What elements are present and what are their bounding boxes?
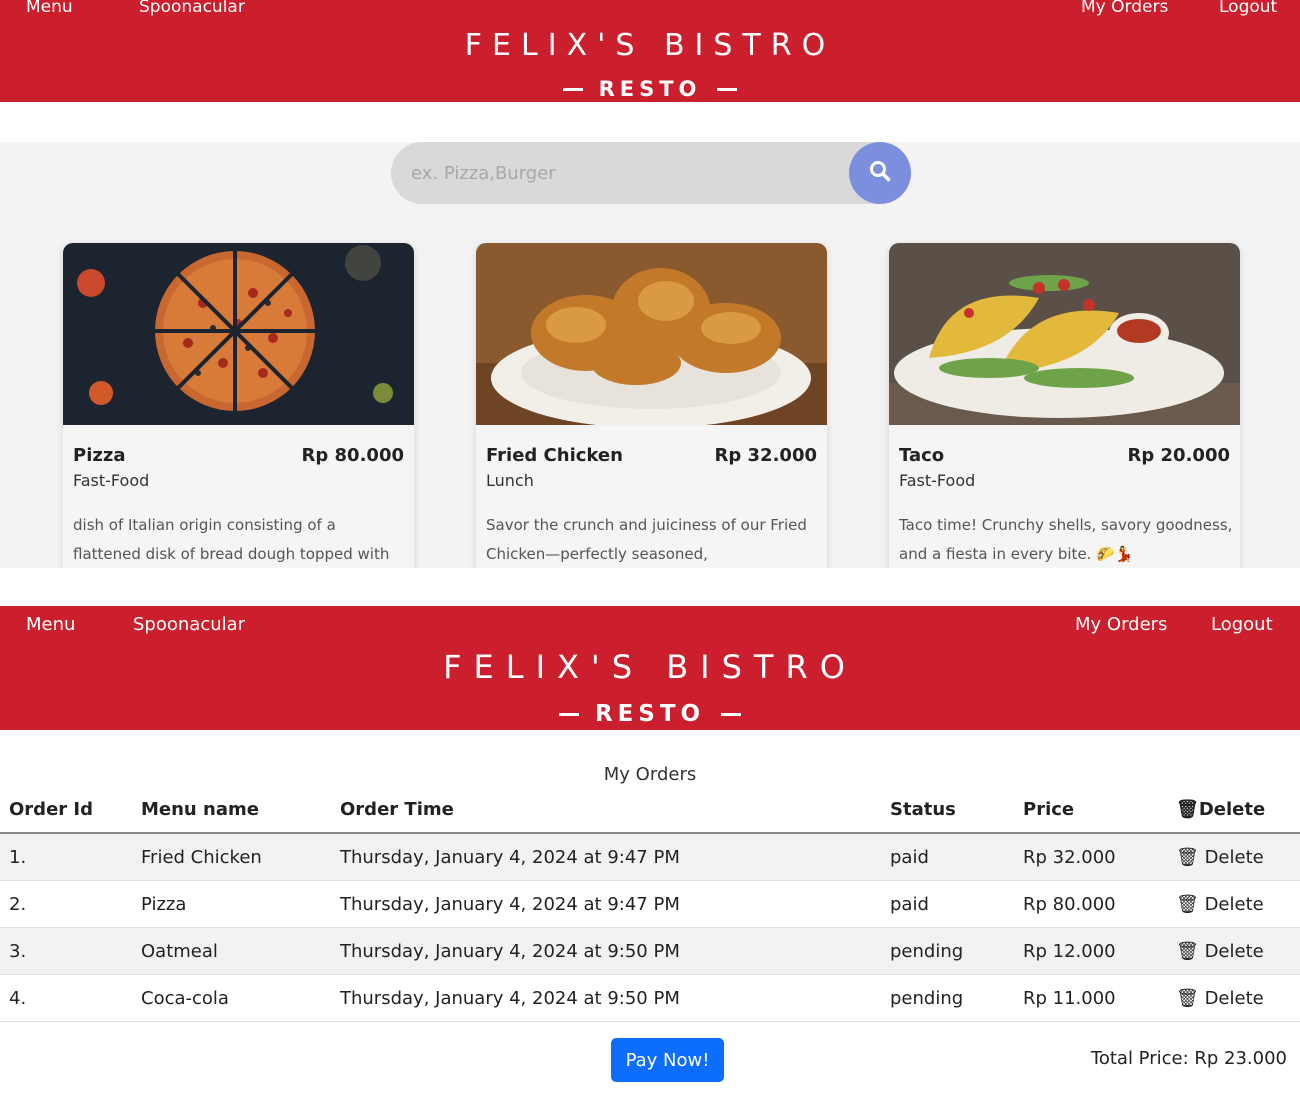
fried-chicken-image <box>476 243 827 425</box>
pay-now-button[interactable]: Pay Now! <box>611 1038 724 1082</box>
dash-left <box>562 87 583 91</box>
nav-logout-link[interactable]: Logout <box>1211 614 1273 635</box>
table-header-row: Order Id Menu name Order Time Status Pri… <box>0 786 1300 834</box>
order-price: Rp 11.000 <box>1014 974 1167 1022</box>
nav-logout-link[interactable]: Logout <box>1219 0 1277 17</box>
card-description: dish of Italian origin consisting of a f… <box>73 516 390 563</box>
nav-menu-link[interactable]: Menu <box>26 614 75 635</box>
delete-button[interactable]: 🗑 Delete <box>1167 927 1300 975</box>
table-row: 2. Pizza Thursday, January 4, 2024 at 9:… <box>0 880 1300 928</box>
order-status: paid <box>881 880 1014 928</box>
table-row: 1. Fried Chicken Thursday, January 4, 20… <box>0 833 1300 881</box>
order-status: pending <box>881 927 1014 975</box>
card-name: Pizza <box>73 445 126 466</box>
delete-button[interactable]: 🗑 Delete <box>1167 833 1300 881</box>
total-price: Total Price: Rp 23.000 <box>1090 1048 1287 1069</box>
order-time: Thursday, January 4, 2024 at 9:50 PM <box>331 927 881 975</box>
nav-my-orders-link[interactable]: My Orders <box>1075 614 1167 635</box>
brand-subtitle-text: RESTO <box>598 77 702 101</box>
order-price: Rp 80.000 <box>1014 880 1167 928</box>
col-delete: 🗑Delete <box>1167 786 1300 834</box>
order-menu: Fried Chicken <box>132 833 331 881</box>
card-category: Fast-Food <box>73 471 150 490</box>
card-price: Rp 80.000 <box>301 445 404 466</box>
order-menu: Coca-cola <box>132 974 331 1022</box>
card-name: Fried Chicken <box>486 445 623 466</box>
card-price: Rp 20.000 <box>1127 445 1230 466</box>
search-input[interactable] <box>411 142 831 204</box>
col-status: Status <box>881 786 1014 834</box>
brand-title: FELIX'S BISTRO <box>464 28 836 63</box>
delete-button[interactable]: 🗑 Delete <box>1167 880 1300 928</box>
orders-navbar: Menu Spoonacular My Orders Logout FELIX'… <box>0 606 1300 730</box>
order-menu: Oatmeal <box>132 927 331 975</box>
order-menu: Pizza <box>132 880 331 928</box>
card-price: Rp 32.000 <box>714 445 817 466</box>
search-bar <box>391 142 911 204</box>
taco-image <box>889 243 1240 425</box>
card-description: Taco time! Crunchy shells, savory goodne… <box>899 516 1233 563</box>
order-price: Rp 12.000 <box>1014 927 1167 975</box>
order-id: 3. <box>0 927 132 975</box>
table-row: 3. Oatmeal Thursday, January 4, 2024 at … <box>0 927 1300 975</box>
nav-menu-link[interactable]: Menu <box>26 0 73 17</box>
col-price: Price <box>1014 786 1167 834</box>
top-navbar: Menu Spoonacular My Orders Logout FELIX'… <box>0 0 1300 102</box>
dash-left <box>558 712 579 716</box>
card-description: Savor the crunch and juiciness of our Fr… <box>486 516 807 563</box>
menu-section: Pizza Rp 80.000 Fast-Food dish of Italia… <box>0 142 1300 568</box>
order-id: 4. <box>0 974 132 1022</box>
pizza-image <box>63 243 414 425</box>
order-status: paid <box>881 833 1014 881</box>
order-id: 2. <box>0 880 132 928</box>
orders-table: Order Id Menu name Order Time Status Pri… <box>0 786 1300 1022</box>
card-category: Fast-Food <box>899 471 976 490</box>
brand-title: FELIX'S BISTRO <box>443 648 857 686</box>
order-time: Thursday, January 4, 2024 at 9:50 PM <box>331 974 881 1022</box>
orders-title: My Orders <box>603 764 697 785</box>
col-order-id: Order Id <box>0 786 132 834</box>
dash-right <box>721 712 742 716</box>
card-name: Taco <box>899 445 945 466</box>
menu-card-fried-chicken[interactable]: Fried Chicken Rp 32.000 Lunch Savor the … <box>476 243 827 568</box>
order-status: pending <box>881 974 1014 1022</box>
col-order-time: Order Time <box>331 786 881 834</box>
order-price: Rp 32.000 <box>1014 833 1167 881</box>
card-category: Lunch <box>486 471 534 490</box>
search-button[interactable] <box>849 142 911 204</box>
order-time: Thursday, January 4, 2024 at 9:47 PM <box>331 880 881 928</box>
menu-card-pizza[interactable]: Pizza Rp 80.000 Fast-Food dish of Italia… <box>63 243 414 568</box>
menu-card-taco[interactable]: Taco Rp 20.000 Fast-Food Taco time! Crun… <box>889 243 1240 568</box>
nav-spoonacular-link[interactable]: Spoonacular <box>133 614 245 635</box>
nav-my-orders-link[interactable]: My Orders <box>1081 0 1168 17</box>
delete-button[interactable]: 🗑 Delete <box>1167 974 1300 1022</box>
order-time: Thursday, January 4, 2024 at 9:47 PM <box>331 833 881 881</box>
brand-subtitle: RESTO <box>0 76 1300 102</box>
brand-subtitle-text: RESTO <box>594 701 706 727</box>
brand-subtitle: RESTO <box>0 700 1300 728</box>
table-row: 4. Coca-cola Thursday, January 4, 2024 a… <box>0 974 1300 1022</box>
search-icon <box>869 160 891 186</box>
col-menu-name: Menu name <box>132 786 331 834</box>
order-id: 1. <box>0 833 132 881</box>
nav-spoonacular-link[interactable]: Spoonacular <box>139 0 245 17</box>
dash-right <box>717 87 738 91</box>
